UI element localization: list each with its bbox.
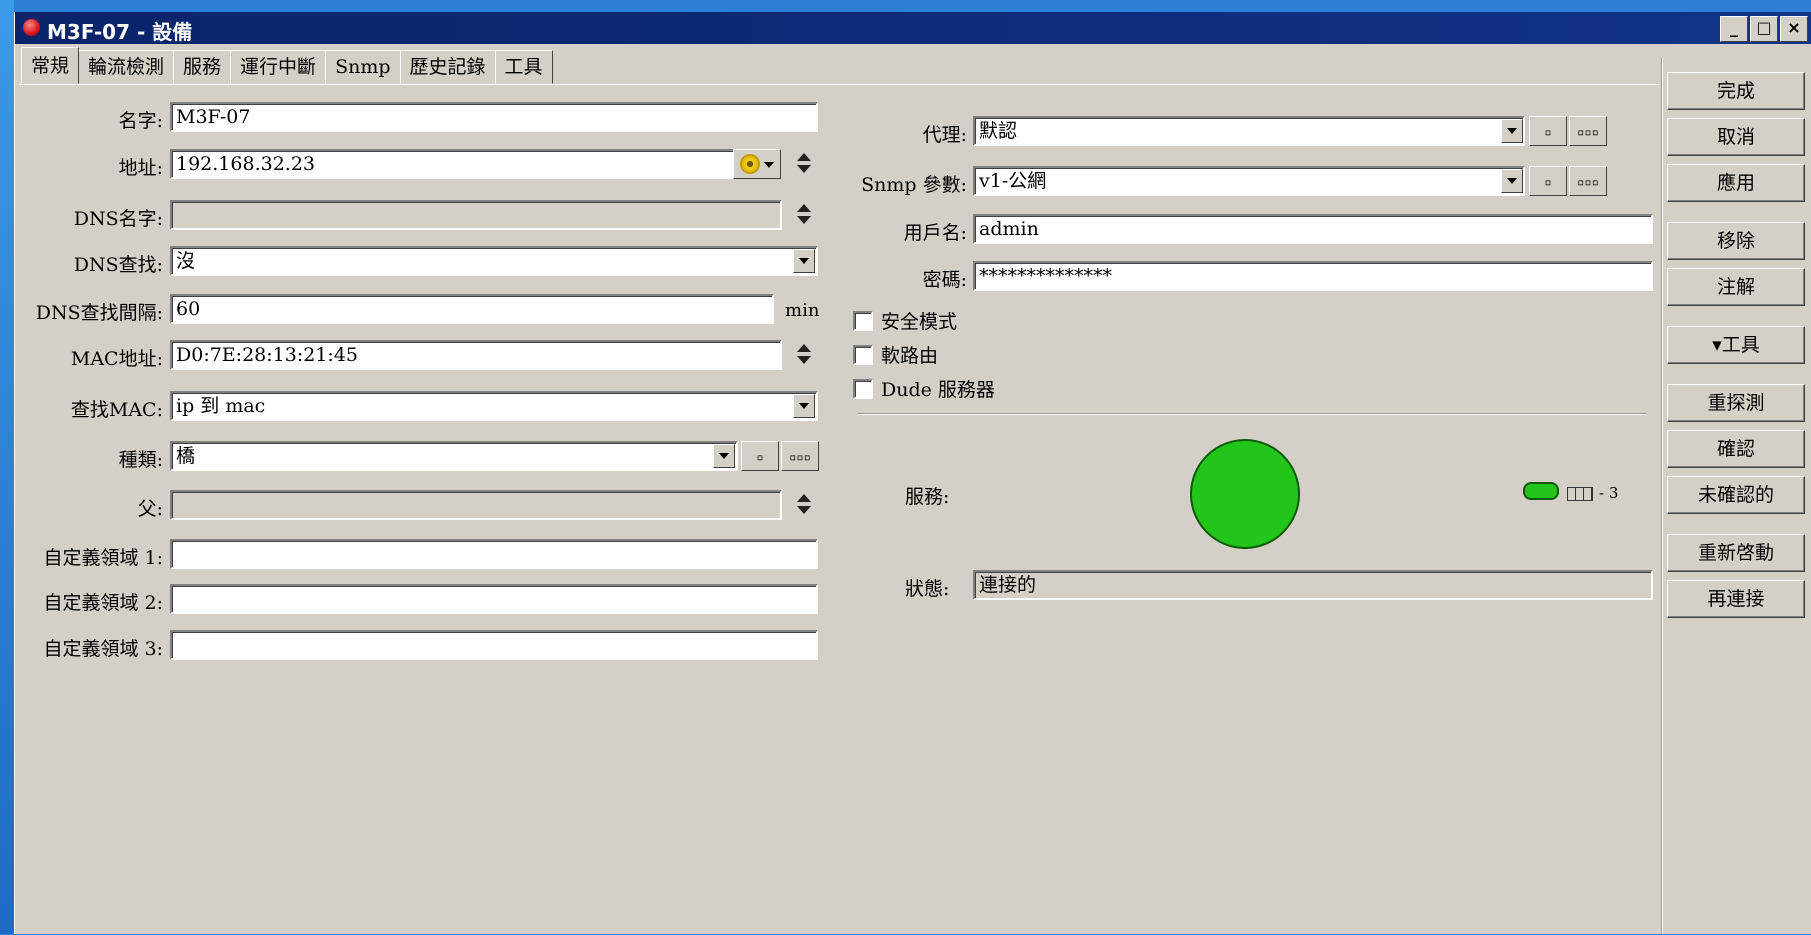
unack-button[interactable]: 未確認的 <box>1667 476 1805 514</box>
reconnect-button[interactable]: 再連接 <box>1667 580 1805 618</box>
gear-icon <box>742 156 758 172</box>
dns-lookup-dropdown-icon[interactable] <box>793 249 815 273</box>
tab-history[interactable]: 歷史記錄 <box>399 50 496 84</box>
snmp-edit-button[interactable]: ▫ <box>1529 166 1567 196</box>
tab-tools[interactable]: 工具 <box>494 50 553 84</box>
custom-field-2[interactable] <box>170 584 818 614</box>
username-field[interactable]: admin <box>973 214 1653 244</box>
dns-name-spin-icon[interactable] <box>795 203 811 227</box>
device-dialog: M3F-07 - 設備 _ □ × 常規 輪流檢測 服務 運行中斷 Snmp 歷… <box>14 12 1811 934</box>
agent-edit-button[interactable]: ▫ <box>1529 116 1567 146</box>
tab-services[interactable]: 服務 <box>173 50 232 84</box>
snmp-more-button[interactable]: ▫▫▫ <box>1569 166 1607 196</box>
secure-mode-checkbox[interactable]: 安全模式 <box>853 307 957 334</box>
snmp-dropdown-icon[interactable] <box>1501 169 1523 193</box>
dns-interval-unit: min <box>785 300 820 321</box>
snmp-label: Snmp 參數: <box>861 174 967 196</box>
name-label: 名字: <box>118 110 163 132</box>
type-select[interactable]: 橋 <box>170 441 738 471</box>
ack-button[interactable]: 確認 <box>1667 430 1805 468</box>
desktop-background <box>0 0 14 934</box>
dns-name-label: DNS名字: <box>73 208 163 230</box>
lookup-mac-select[interactable]: ip 到 mac <box>170 391 818 421</box>
address-label: 地址: <box>118 157 163 179</box>
routeros-label: 軟路由 <box>881 345 939 367</box>
dns-lookup-label: DNS查找: <box>73 254 163 276</box>
services-count: - 3 <box>1567 484 1618 502</box>
lookup-mac-dropdown-icon[interactable] <box>793 394 815 418</box>
custom-field-2-label: 自定義領域 2: <box>43 592 163 614</box>
minimize-button[interactable]: _ <box>1720 16 1748 42</box>
tab-outages[interactable]: 運行中斷 <box>230 50 327 84</box>
tab-probes[interactable]: 輪流檢測 <box>78 50 175 84</box>
dude-server-box[interactable] <box>853 378 873 399</box>
reprobe-button[interactable]: 重探測 <box>1667 384 1805 422</box>
divider <box>857 413 1647 415</box>
status-label: 狀態: <box>905 578 950 600</box>
agent-more-button[interactable]: ▫▫▫ <box>1569 116 1607 146</box>
cancel-button[interactable]: 取消 <box>1667 118 1805 156</box>
secure-mode-box[interactable] <box>853 310 873 331</box>
dude-server-label: Dude 服務器 <box>881 379 995 401</box>
username-label: 用戶名: <box>903 222 967 244</box>
password-field[interactable]: ************** <box>973 261 1653 291</box>
services-legend-indicator <box>1523 482 1559 500</box>
tab-bar: 常規 輪流檢測 服務 運行中斷 Snmp 歷史記錄 工具 <box>21 47 553 84</box>
type-more-button[interactable]: ▫▫▫ <box>781 441 819 471</box>
parent-label: 父: <box>137 498 163 520</box>
address-spin-icon[interactable] <box>795 152 811 176</box>
address-field[interactable]: 192.168.32.23 <box>170 149 738 179</box>
type-label: 種類: <box>118 449 163 471</box>
custom-field-1[interactable] <box>170 539 818 569</box>
dude-server-checkbox[interactable]: Dude 服務器 <box>853 375 995 402</box>
type-dropdown-icon[interactable] <box>713 444 735 468</box>
title-bar: M3F-07 - 設備 _ □ × <box>15 12 1811 44</box>
reboot-button[interactable]: 重新啓動 <box>1667 534 1805 572</box>
routeros-checkbox[interactable]: 軟路由 <box>853 341 938 368</box>
agent-label: 代理: <box>922 124 967 146</box>
mac-field[interactable]: D0:7E:28:13:21:45 <box>170 340 782 370</box>
dns-lookup-select[interactable]: 沒 <box>170 246 818 276</box>
services-count-text: - 3 <box>1599 484 1619 502</box>
lookup-mac-label: 查找MAC: <box>70 399 163 421</box>
mac-spin-icon[interactable] <box>795 343 811 367</box>
secure-mode-label: 安全模式 <box>881 311 958 333</box>
parent-field <box>170 490 782 520</box>
services-status-indicator <box>1190 439 1300 549</box>
comment-button[interactable]: 注解 <box>1667 268 1805 306</box>
dns-interval-field[interactable]: 60 <box>170 294 774 324</box>
type-edit-button[interactable]: ▫ <box>741 441 779 471</box>
window-controls: _ □ × <box>1720 16 1808 42</box>
device-icon <box>23 19 40 36</box>
routeros-box[interactable] <box>853 344 873 365</box>
mac-label: MAC地址: <box>70 348 163 370</box>
parent-spin-icon[interactable] <box>795 493 811 517</box>
tab-general[interactable]: 常規 <box>21 47 80 84</box>
snmp-select[interactable]: v1-公網 <box>973 166 1525 196</box>
window-title: M3F-07 - 設備 <box>47 20 193 44</box>
custom-field-3-label: 自定義領域 3: <box>43 638 163 660</box>
apply-button[interactable]: 應用 <box>1667 164 1805 202</box>
status-field: 連接的 <box>973 570 1653 600</box>
name-field[interactable]: M3F-07 <box>170 102 818 132</box>
tools-button[interactable]: ▾工具 <box>1667 326 1805 364</box>
services-label: 服務: <box>905 486 950 508</box>
agent-select[interactable]: 默認 <box>973 116 1525 146</box>
chevron-down-icon <box>764 162 774 168</box>
close-button[interactable]: × <box>1780 16 1808 42</box>
remove-button[interactable]: 移除 <box>1667 222 1805 260</box>
dns-name-field <box>170 200 782 230</box>
ok-button[interactable]: 完成 <box>1667 72 1805 110</box>
side-divider <box>1661 58 1663 934</box>
address-lookup-button[interactable] <box>733 149 781 179</box>
password-label: 密碼: <box>922 269 967 291</box>
maximize-button[interactable]: □ <box>1750 16 1778 42</box>
agent-dropdown-icon[interactable] <box>1501 119 1523 143</box>
custom-field-3[interactable] <box>170 630 818 660</box>
tab-snmp[interactable]: Snmp <box>325 50 401 84</box>
custom-field-1-label: 自定義領域 1: <box>43 547 163 569</box>
dns-interval-label: DNS查找間隔: <box>35 302 163 324</box>
